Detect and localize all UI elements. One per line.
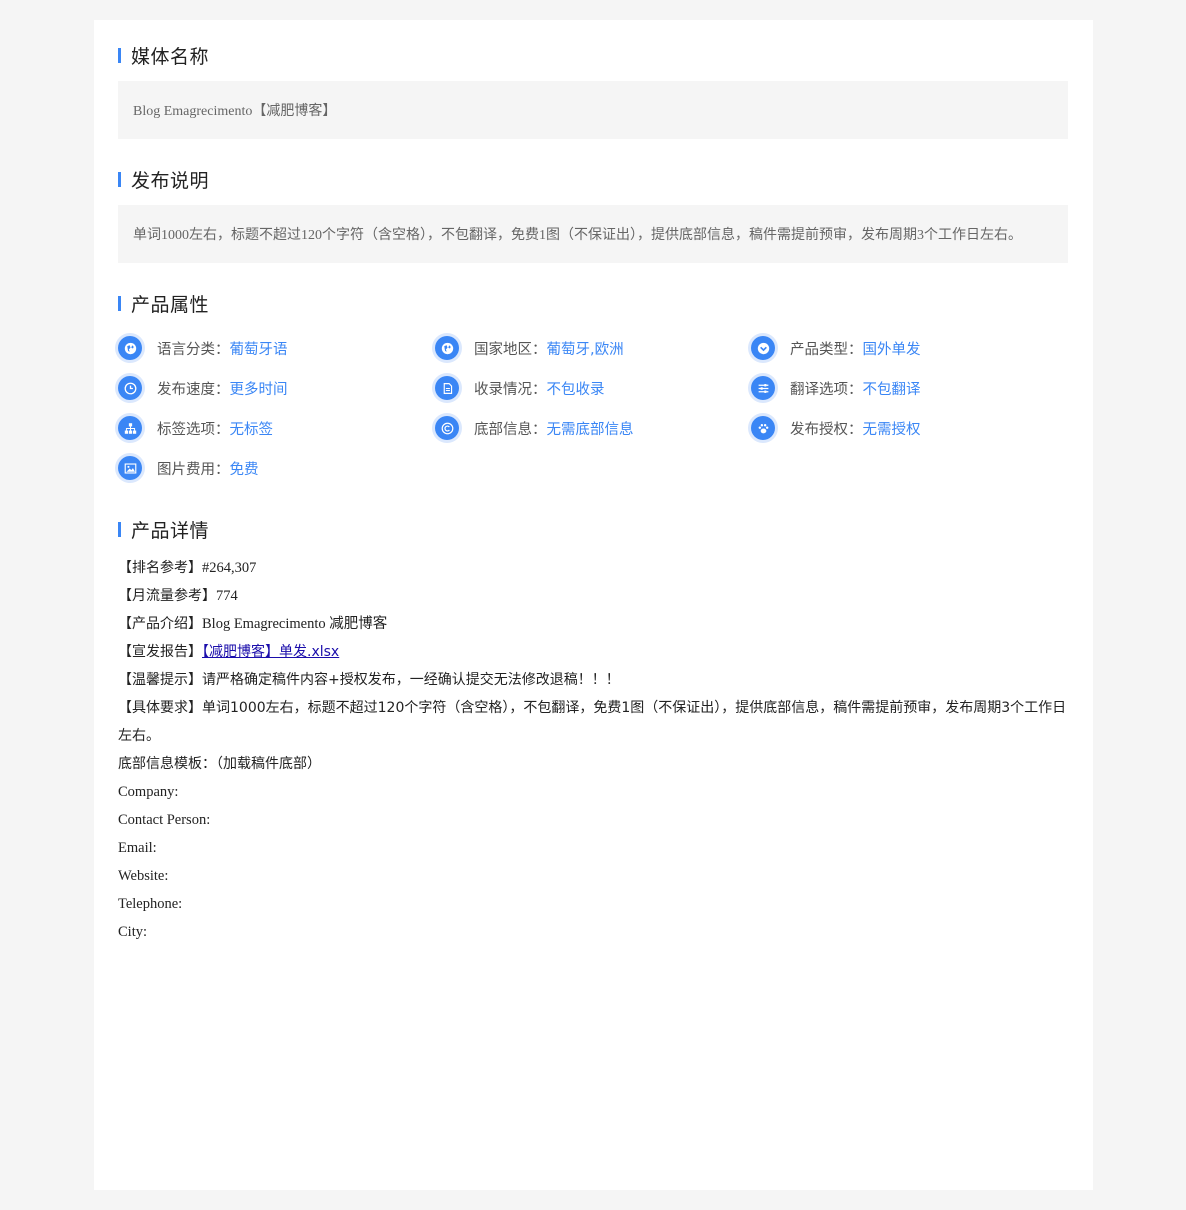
attr-value: 葡萄牙,欧洲 <box>546 341 624 358</box>
attr-value: 无需底部信息 <box>546 421 634 438</box>
rank-value: #264,307 <box>202 560 257 576</box>
report-key: 【宣发报告】 <box>118 644 202 660</box>
attr-label: 国家地区： <box>474 341 547 358</box>
clock-icon <box>118 376 142 400</box>
media-name-box: Blog Emagrecimento【减肥博客】 <box>118 81 1068 139</box>
requirement-key: 【具体要求】 <box>118 700 202 716</box>
attr-authorization: 发布授权： 无需授权 <box>751 416 921 440</box>
traffic-key: 【月流量参考】 <box>118 588 216 604</box>
attr-footer-info: 底部信息： 无需底部信息 <box>435 416 634 440</box>
attr-language: 语言分类： 葡萄牙语 <box>118 336 288 360</box>
globe-icon <box>118 336 142 360</box>
attr-label: 标签选项： <box>157 421 230 438</box>
requirement-value: 单词1000左右，标题不超过120个字符（含空格），不包翻译，免费1图（不保证出… <box>118 700 1067 744</box>
heading-accent-bar <box>118 172 121 187</box>
intro-value: Blog Emagrecimento 减肥博客 <box>202 616 388 632</box>
publish-notes-box: 单词1000左右，标题不超过120个字符（含空格），不包翻译，免费1图（不保证出… <box>118 205 1068 263</box>
media-name-title: 媒体名称 <box>131 46 210 68</box>
report-line: 【宣发报告】【减肥博客】单发.xlsx <box>118 638 1070 666</box>
attr-value: 葡萄牙语 <box>229 341 288 358</box>
requirement-line: 【具体要求】单词1000左右，标题不超过120个字符（含空格），不包翻译，免费1… <box>118 694 1070 750</box>
heading-accent-bar <box>118 296 121 311</box>
rank-line: 【排名参考】#264,307 <box>118 554 1070 582</box>
attr-value: 不包收录 <box>546 381 605 398</box>
media-name-value: Blog Emagrecimento【减肥博客】 <box>133 104 337 119</box>
attr-speed: 发布速度： 更多时间 <box>118 376 288 400</box>
attr-label: 产品类型： <box>790 341 863 358</box>
details-title: 产品详情 <box>131 520 210 542</box>
publish-notes-title: 发布说明 <box>131 170 210 192</box>
field-email: Email: <box>118 840 157 856</box>
field-website: Website: <box>118 868 169 884</box>
media-name-heading: 媒体名称 <box>118 42 209 69</box>
attr-label: 收录情况： <box>474 381 547 398</box>
footer-template-line: 底部信息模板：（加载稿件底部） <box>118 756 321 772</box>
attr-tags: 标签选项： 无标签 <box>118 416 273 440</box>
chevron-down-icon <box>751 336 775 360</box>
document-icon <box>435 376 459 400</box>
sliders-icon <box>751 376 775 400</box>
intro-key: 【产品介绍】 <box>118 616 202 632</box>
attr-image-fee: 图片费用： 免费 <box>118 456 259 480</box>
attr-translation: 翻译选项： 不包翻译 <box>751 376 921 400</box>
attr-label: 底部信息： <box>474 421 547 438</box>
publish-notes-heading: 发布说明 <box>118 166 209 193</box>
traffic-line: 【月流量参考】774 <box>118 582 1070 610</box>
paw-icon <box>751 416 775 440</box>
attr-label: 发布授权： <box>790 421 863 438</box>
heading-accent-bar <box>118 522 121 537</box>
details-body: 【排名参考】#264,307 【月流量参考】774 【产品介绍】Blog Ema… <box>118 554 1070 946</box>
attr-value: 免费 <box>229 461 259 478</box>
attributes-title: 产品属性 <box>131 294 210 316</box>
attr-label: 发布速度： <box>157 381 230 398</box>
attr-region: 国家地区： 葡萄牙,欧洲 <box>435 336 624 360</box>
attr-label: 翻译选项： <box>790 381 863 398</box>
attr-value: 国外单发 <box>862 341 921 358</box>
report-download-link[interactable]: 【减肥博客】单发.xlsx <box>202 644 339 660</box>
image-icon <box>118 456 142 480</box>
attr-label: 图片费用： <box>157 461 230 478</box>
field-company: Company: <box>118 784 179 800</box>
attr-product-type: 产品类型： 国外单发 <box>751 336 921 360</box>
globe-icon <box>435 336 459 360</box>
copyright-icon <box>435 416 459 440</box>
details-heading: 产品详情 <box>118 516 209 543</box>
attr-indexing: 收录情况： 不包收录 <box>435 376 605 400</box>
rank-key: 【排名参考】 <box>118 560 202 576</box>
tip-key: 【温馨提示】 <box>118 672 202 688</box>
field-city: City: <box>118 924 148 940</box>
attr-value: 无标签 <box>229 421 274 438</box>
attributes-heading: 产品属性 <box>118 290 209 317</box>
attr-value: 无需授权 <box>862 421 921 438</box>
intro-line: 【产品介绍】Blog Emagrecimento 减肥博客 <box>118 610 1070 638</box>
publish-notes-value: 单词1000左右，标题不超过120个字符（含空格），不包翻译，免费1图（不保证出… <box>133 228 1022 243</box>
product-card: 媒体名称 Blog Emagrecimento【减肥博客】 发布说明 单词100… <box>94 20 1093 1190</box>
traffic-value: 774 <box>216 588 238 604</box>
attr-value: 不包翻译 <box>862 381 921 398</box>
tip-line: 【温馨提示】请严格确定稿件内容+授权发布，一经确认提交无法修改退稿！！！ <box>118 666 1070 694</box>
tip-value: 请严格确定稿件内容+授权发布，一经确认提交无法修改退稿！！！ <box>202 672 620 688</box>
field-contact-person: Contact Person: <box>118 812 211 828</box>
field-telephone: Telephone: <box>118 896 183 912</box>
heading-accent-bar <box>118 48 121 63</box>
attr-value: 更多时间 <box>229 381 288 398</box>
attr-label: 语言分类： <box>157 341 230 358</box>
sitemap-icon <box>118 416 142 440</box>
